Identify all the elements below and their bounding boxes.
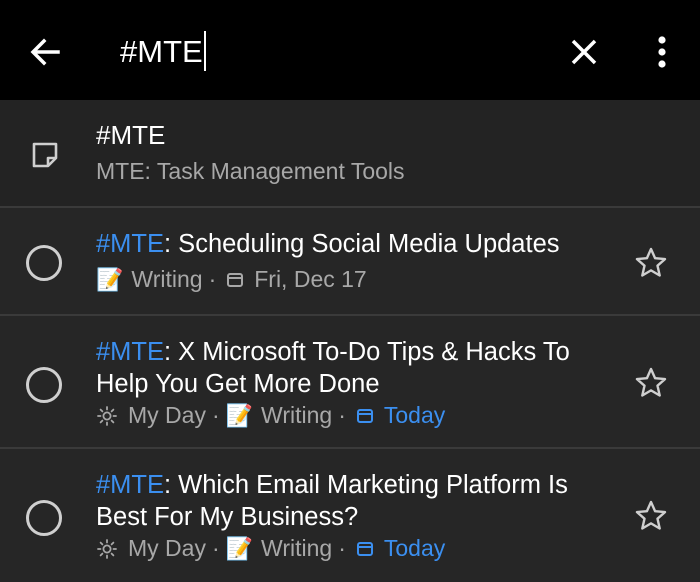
task-row[interactable]: #MTE: Scheduling Social Media Updates 📝 … [0,208,700,316]
complete-checkbox[interactable] [26,500,62,536]
search-input[interactable] [120,26,520,78]
task-row[interactable]: #MTE: X Microsoft To-Do Tips & Hacks To … [0,316,700,449]
complete-checkbox[interactable] [26,367,62,403]
back-button[interactable] [24,30,72,74]
task-meta: 📝 Writing · Fri, Dec 17 [96,266,367,293]
text-cursor [204,31,206,71]
sticky-note-icon [32,142,58,168]
task-meta: My Day · 📝 Writing · Today [96,535,445,562]
calendar-icon [356,541,373,556]
task-tag: #MTE [96,471,165,499]
close-icon [571,39,597,65]
more-options-button[interactable] [640,28,684,76]
sun-icon [97,538,117,559]
my-day-label: My Day [128,402,206,428]
memo-icon: 📝 [96,266,124,292]
arrow-left-icon [30,38,60,66]
star-icon[interactable] [634,246,668,280]
task-list-name: Writing [261,402,333,428]
clear-search-button[interactable] [560,28,608,76]
task-title: #MTE: X Microsoft To-Do Tips & Hacks To … [96,336,606,400]
task-due-date: Today [383,402,446,428]
meta-separator: · [338,402,346,428]
star-icon[interactable] [634,499,668,533]
task-title-text: : Which Email Marketing Platform Is Best… [96,471,568,531]
note-title: #MTE [96,120,166,150]
task-row[interactable]: #MTE: Which Email Marketing Platform Is … [0,449,700,582]
more-vertical-icon [658,36,666,68]
memo-icon: 📝 [225,535,254,561]
meta-separator: · [338,535,346,561]
task-tag: #MTE [96,338,165,366]
sun-icon [97,405,117,426]
meta-separator: · [211,535,220,561]
task-meta: My Day · 📝 Writing · Today [96,402,445,429]
memo-icon: 📝 [225,402,254,428]
complete-checkbox[interactable] [26,245,62,281]
meta-separator: · [211,402,220,428]
task-due-date: Fri, Dec 17 [254,266,367,292]
calendar-icon [356,408,373,423]
task-title-text: : X Microsoft To-Do Tips & Hacks To Help… [96,338,570,398]
task-tag: #MTE [96,230,165,258]
star-icon[interactable] [634,366,668,400]
my-day-label: My Day [128,535,206,561]
meta-separator: · [208,266,217,292]
task-list-name: Writing [131,266,203,292]
task-list-name: Writing [261,535,333,561]
note-subtitle: MTE: Task Management Tools [96,158,405,184]
calendar-icon [227,272,244,287]
task-due-date: Today [383,535,446,561]
task-title: #MTE: Scheduling Social Media Updates [96,228,606,260]
search-toolbar [0,0,700,100]
note-result[interactable]: #MTE MTE: Task Management Tools [0,100,700,208]
task-title: #MTE: Which Email Marketing Platform Is … [96,469,606,533]
task-title-text: : Scheduling Social Media Updates [164,230,560,258]
